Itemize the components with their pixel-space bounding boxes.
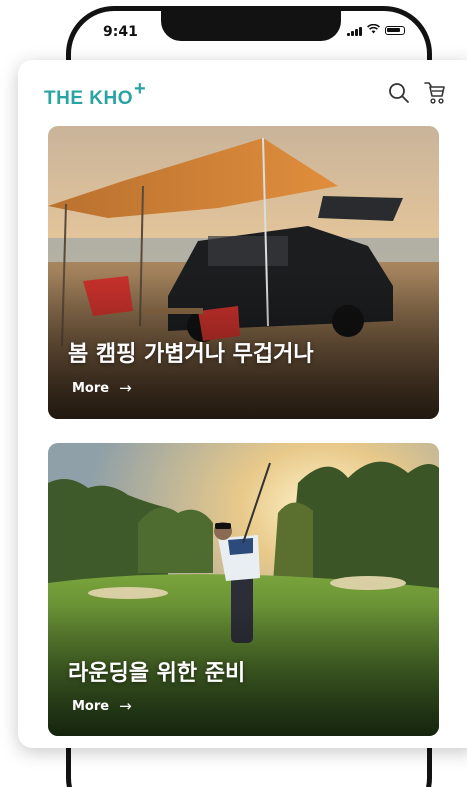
golf-image xyxy=(48,443,439,736)
logo-text: THE KHO xyxy=(44,88,133,109)
banner-golf[interactable]: 라운딩을 위한 준비 More → xyxy=(48,443,439,736)
header-actions xyxy=(386,80,448,106)
more-label: More xyxy=(72,698,110,714)
app-card: THE KHO + 봄 캠핑 가볍거나 무겁거나 More → 라운딩을 위한 … xyxy=(18,60,467,748)
banner-title: 봄 캠핑 가볍거나 무겁거나 xyxy=(68,342,314,367)
status-icons xyxy=(347,23,405,37)
screen: 9:41 THE KHO + 봄 캠핑 가볍거나 무겁거나 More → 라운딩… xyxy=(0,0,467,787)
phone-notch xyxy=(161,9,341,41)
arrow-right-icon: → xyxy=(119,697,132,715)
arrow-right-icon: → xyxy=(119,379,132,397)
battery-icon xyxy=(385,26,405,35)
more-link[interactable]: More → xyxy=(72,697,132,715)
search-icon[interactable] xyxy=(386,80,412,106)
signal-icon xyxy=(347,26,362,36)
cart-icon[interactable] xyxy=(422,80,448,106)
logo-plus: + xyxy=(134,78,146,100)
camping-image xyxy=(48,126,439,419)
banner-title: 라운딩을 위한 준비 xyxy=(68,661,246,686)
status-time: 9:41 xyxy=(103,24,138,40)
more-label: More xyxy=(72,380,110,396)
more-link[interactable]: More → xyxy=(72,379,132,397)
wifi-icon xyxy=(367,23,380,37)
banner-camping[interactable]: 봄 캠핑 가볍거나 무겁거나 More → xyxy=(48,126,439,419)
brand-logo[interactable]: THE KHO + xyxy=(44,78,146,110)
